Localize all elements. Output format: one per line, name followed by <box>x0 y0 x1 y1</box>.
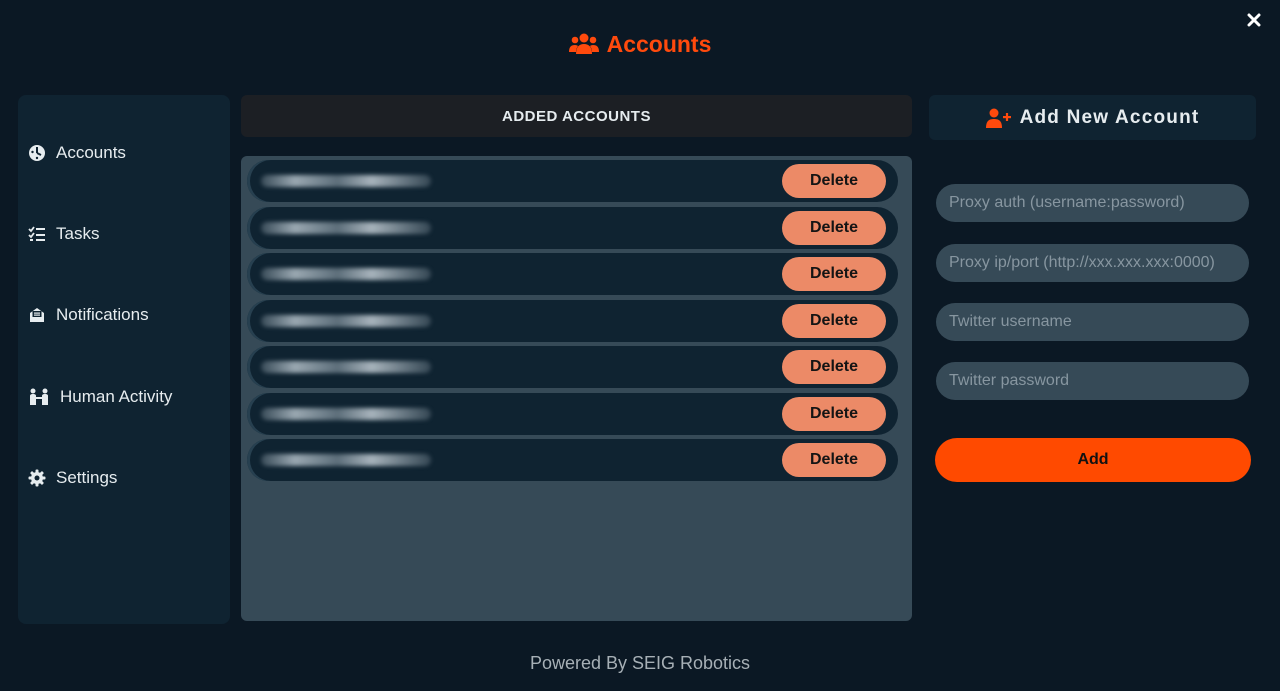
close-button[interactable] <box>1244 10 1264 30</box>
list-item: Delete <box>247 346 898 388</box>
add-account-title: Add New Account <box>1019 106 1200 128</box>
list-item: Delete <box>247 160 898 202</box>
sidebar-item-human-activity[interactable]: Human Activity <box>28 382 172 412</box>
sidebar-item-tasks[interactable]: Tasks <box>28 219 99 249</box>
list-item: Delete <box>247 206 898 249</box>
sidebar-item-label: Human Activity <box>60 387 173 406</box>
sidebar-item-notifications[interactable]: Notifications <box>28 300 149 330</box>
delete-button[interactable]: Delete <box>782 303 886 338</box>
sidebar-item-accounts[interactable]: Accounts <box>28 138 126 168</box>
checklist-icon <box>28 226 45 241</box>
sidebar-item-label: Settings <box>56 468 118 487</box>
dashboard-icon <box>29 145 45 161</box>
added-accounts-title: ADDED ACCOUNTS <box>502 107 651 125</box>
account-name-redacted <box>261 221 431 234</box>
user-plus-icon <box>985 108 1011 128</box>
twitter-username-input[interactable] <box>936 303 1249 341</box>
list-item: Delete <box>247 253 898 295</box>
account-name-redacted <box>261 454 431 466</box>
page-header: Accounts <box>0 28 1280 60</box>
add-account-header: Add New Account <box>929 95 1256 140</box>
twitter-password-input[interactable] <box>936 362 1249 400</box>
account-name-redacted <box>261 175 431 187</box>
added-accounts-header: ADDED ACCOUNTS <box>241 95 912 137</box>
account-name-redacted <box>261 314 431 327</box>
list-item: Delete <box>247 439 898 481</box>
sidebar-item-label: Accounts <box>56 143 126 162</box>
sidebar-item-settings[interactable]: Settings <box>28 463 117 493</box>
account-name-redacted <box>261 407 431 420</box>
close-icon <box>1247 13 1261 27</box>
sidebar-item-label: Tasks <box>56 224 100 243</box>
proxy-auth-input[interactable] <box>936 184 1249 222</box>
delete-button[interactable]: Delete <box>782 257 886 291</box>
delete-button[interactable]: Delete <box>782 210 886 245</box>
people-icon <box>30 388 48 405</box>
sidebar-item-label: Notifications <box>56 305 149 324</box>
add-button[interactable]: Add <box>935 438 1251 482</box>
users-icon <box>568 33 599 54</box>
sidebar: Accounts Tasks Notifications Human Activ… <box>18 95 230 624</box>
list-item: Delete <box>247 299 898 342</box>
envelope-icon <box>30 308 44 322</box>
delete-button[interactable]: Delete <box>782 350 886 384</box>
list-item: Delete <box>247 392 898 435</box>
delete-button[interactable]: Delete <box>782 164 886 198</box>
account-name-redacted <box>261 268 431 280</box>
delete-button[interactable]: Delete <box>782 396 886 431</box>
delete-button[interactable]: Delete <box>782 443 886 477</box>
account-name-redacted <box>261 361 431 373</box>
page-title: Accounts <box>606 30 712 57</box>
footer-credit: Powered By SEIG Robotics <box>529 653 751 673</box>
gear-icon <box>28 469 46 487</box>
proxy-ip-input[interactable] <box>936 244 1249 282</box>
accounts-list: Delete Delete Delete Delete Delete Delet… <box>241 156 912 621</box>
